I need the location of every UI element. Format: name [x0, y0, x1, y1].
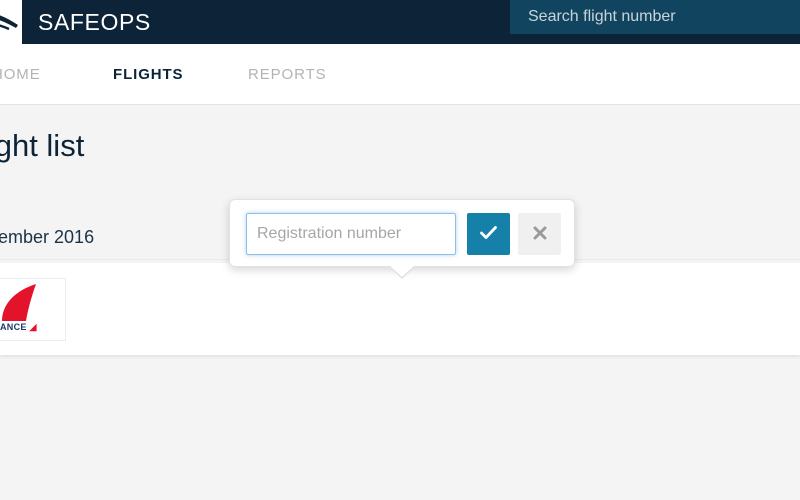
registration-popup: [229, 199, 575, 279]
airline-logo: AIRFRANCE ◢: [0, 278, 66, 341]
app-logo[interactable]: [0, 0, 22, 50]
nav-item-home[interactable]: HOME: [0, 44, 41, 105]
search-placeholder: Search flight number: [528, 8, 676, 25]
airline-name-text: AIRFRANCE: [0, 322, 27, 332]
search-input[interactable]: Search flight number: [510, 0, 800, 34]
page-title: Flight list: [0, 128, 85, 163]
app-root: SAFEOPS Search flight number HOME FLIGHT…: [0, 0, 800, 500]
nav-item-reports[interactable]: REPORTS: [248, 44, 327, 105]
popup-arrow: [389, 265, 415, 277]
airline-swoosh-icon: [0, 15, 18, 31]
top-header-bar: SAFEOPS Search flight number: [0, 0, 800, 50]
main-navigation: HOME FLIGHTS REPORTS: [0, 44, 800, 105]
check-icon: [480, 226, 497, 239]
air-france-tail-icon: [2, 284, 36, 321]
cancel-button[interactable]: [518, 213, 561, 255]
confirm-button[interactable]: [467, 213, 510, 255]
month-label: December 2016: [0, 227, 95, 247]
air-france-tick-icon: ◢: [26, 322, 37, 332]
nav-item-flights[interactable]: FLIGHTS: [113, 44, 183, 105]
brand-title: SAFEOPS: [38, 9, 151, 35]
airline-name: AIRFRANCE ◢: [0, 322, 37, 333]
close-icon: [533, 226, 546, 240]
registration-number-input[interactable]: [246, 213, 456, 255]
